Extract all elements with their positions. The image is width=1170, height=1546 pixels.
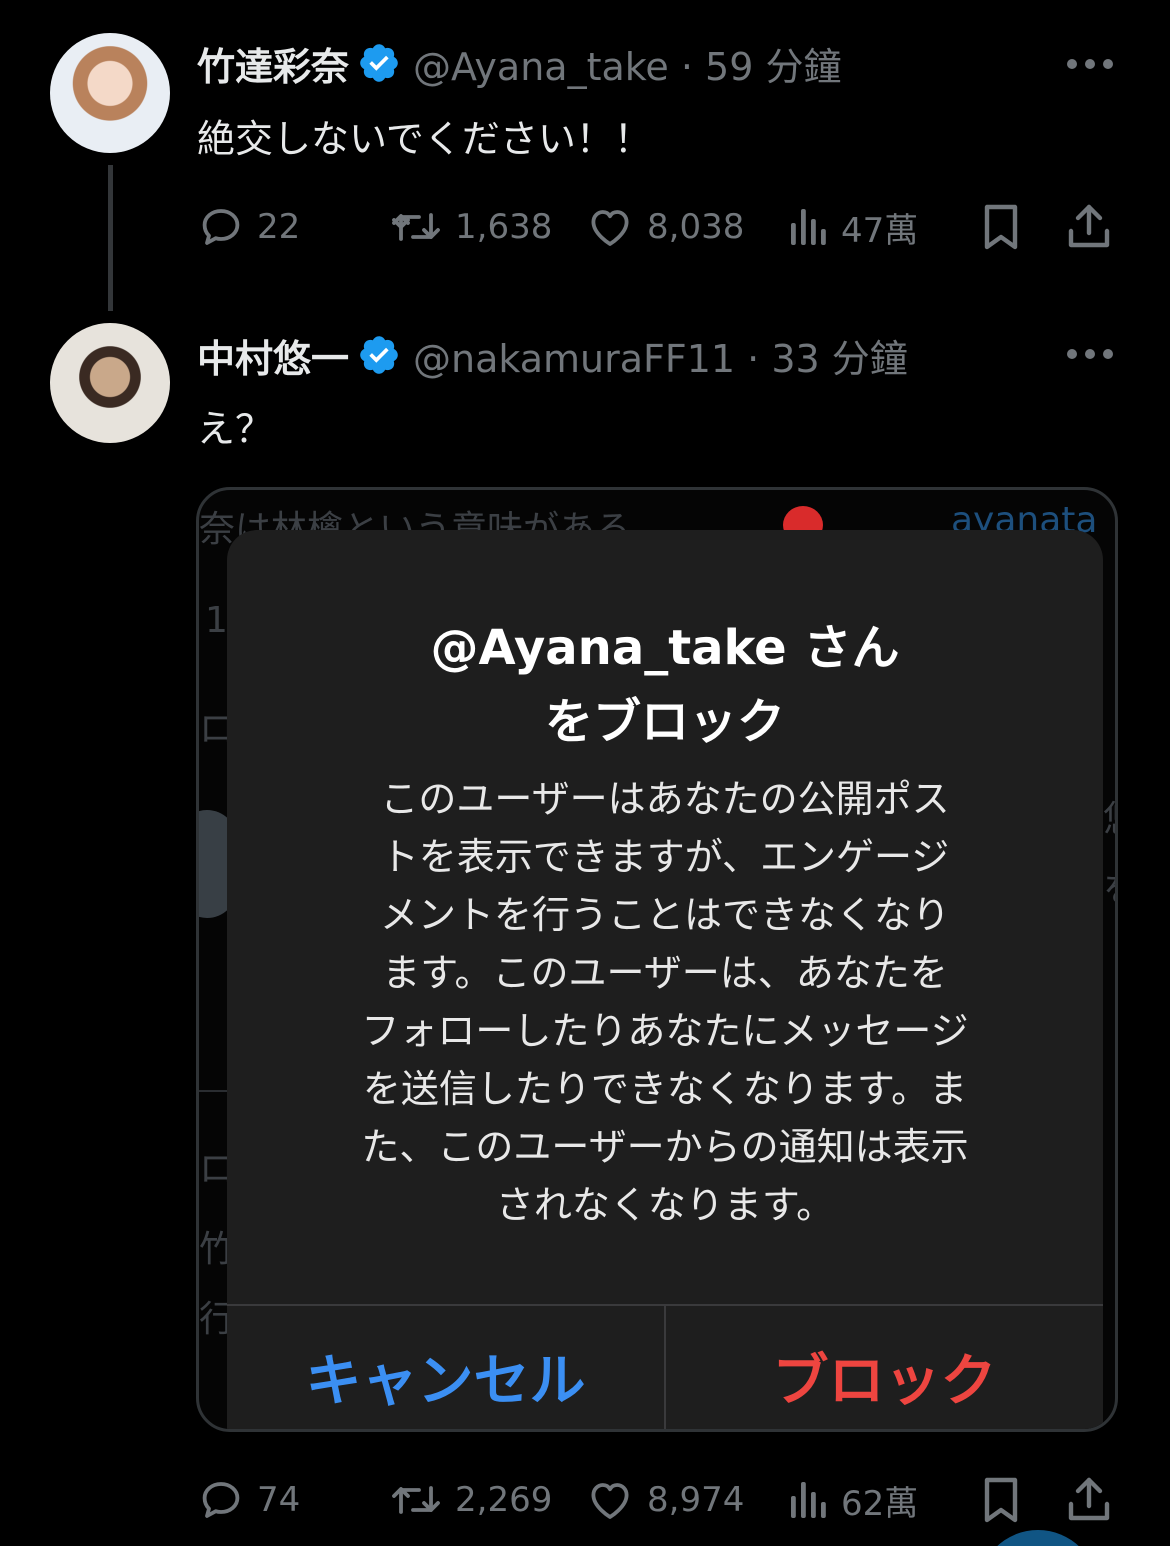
cancel-button[interactable]: キャンセル: [227, 1306, 664, 1429]
attached-image[interactable]: 奈は林檎という意味がある ayanata 1 ロ ロ 竹達 行 悠 を @Aya…: [196, 487, 1118, 1432]
repost-icon: [392, 213, 440, 241]
like-button[interactable]: 8,974: [585, 1470, 744, 1530]
bookmark-icon: [984, 204, 1018, 250]
post-text: え？: [197, 407, 274, 451]
display-name[interactable]: 中村悠一: [197, 328, 349, 383]
bookmark-icon: [984, 1477, 1018, 1523]
reply-count: 22: [257, 207, 301, 247]
more-options-icon[interactable]: [1067, 57, 1113, 71]
display-name[interactable]: 竹達彩奈: [197, 36, 349, 91]
share-icon: [1068, 204, 1110, 248]
views-icon: [791, 1482, 826, 1518]
like-count: 8,038: [647, 207, 745, 247]
thread-view: 竹達彩奈 @Ayana_take · 59 分鐘 絶交しないでください！！ 22…: [0, 0, 1170, 1546]
repost-button[interactable]: 1,638: [389, 197, 552, 257]
repost-count: 2,269: [455, 1480, 553, 1520]
reply-button[interactable]: 22: [197, 197, 300, 257]
post-text: 絶交しないでください！！: [197, 117, 652, 161]
block-button[interactable]: ブロック: [666, 1306, 1103, 1429]
share-button[interactable]: [1065, 197, 1113, 257]
reply-icon: [202, 1482, 240, 1518]
dialog-message-line: を送信したりできなくなります。ま: [362, 1067, 968, 1111]
handle-and-timestamp[interactable]: @nakamuraFF11 · 33 分鐘: [413, 328, 908, 383]
repost-icon: [392, 1486, 440, 1514]
repost-button[interactable]: 2,269: [389, 1470, 552, 1530]
dialog-message-line: されなくなります。: [495, 1183, 835, 1227]
reply-icon: [202, 209, 240, 245]
views-icon: [791, 209, 826, 245]
post-2-action-bar: 74 2,269 8,974 62萬: [197, 1470, 1117, 1530]
more-options-icon[interactable]: [1067, 347, 1113, 361]
dialog-title-line-1: @Ayana_take さん: [430, 620, 900, 676]
background-text-fragment: を: [1103, 860, 1115, 912]
post-1-action-bar: 22 1,638 8,038 47萬: [197, 197, 1117, 257]
share-button[interactable]: [1065, 1470, 1113, 1530]
dialog-message-line: メントを行うことはできなくなり: [379, 893, 950, 937]
avatar-nakamura[interactable]: [50, 323, 170, 443]
avatar-ayana-take[interactable]: [50, 33, 170, 153]
share-icon: [1068, 1477, 1110, 1521]
like-button[interactable]: 8,038: [585, 197, 744, 257]
post-2-header: 中村悠一 @nakamuraFF11 · 33 分鐘: [197, 325, 908, 385]
dialog-title-line-2: をブロック: [544, 694, 785, 750]
background-text-fragment: 悠: [1103, 790, 1115, 842]
views-count: 62萬: [841, 1483, 919, 1524]
compose-fab-button[interactable]: [978, 1530, 1098, 1546]
verified-badge-icon: [360, 336, 398, 374]
reply-button[interactable]: 74: [197, 1470, 300, 1530]
dialog-message-line: このユーザーはあなたの公開ポス: [380, 777, 950, 821]
repost-count: 1,638: [455, 207, 553, 247]
views-button[interactable]: 47萬: [787, 197, 918, 257]
dialog-message-line: た、このユーザーからの通知は表示: [361, 1125, 969, 1169]
dialog-message-line: トを表示できますが、エンゲージ: [380, 835, 950, 879]
views-count: 47萬: [841, 210, 919, 251]
thread-connector-line: [108, 165, 113, 311]
like-icon: [591, 1483, 629, 1519]
verified-badge-icon: [360, 44, 398, 82]
views-button[interactable]: 62萬: [787, 1470, 918, 1530]
handle-and-timestamp[interactable]: @Ayana_take · 59 分鐘: [413, 36, 841, 91]
bookmark-button[interactable]: [979, 1470, 1023, 1530]
dialog-message-line: フォローしたりあなたにメッセージ: [361, 1009, 969, 1053]
like-icon: [591, 210, 629, 246]
post-1-header: 竹達彩奈 @Ayana_take · 59 分鐘: [197, 33, 841, 93]
background-text-fragment: 1: [205, 600, 228, 641]
background-divider: [199, 1090, 229, 1092]
bookmark-button[interactable]: [979, 197, 1023, 257]
like-count: 8,974: [647, 1480, 745, 1520]
block-confirmation-dialog: @Ayana_take さん をブロック このユーザーはあなたの公開ポス トを表…: [227, 530, 1103, 1429]
reply-count: 74: [257, 1480, 301, 1520]
dialog-message-line: ます。このユーザーは、あなたを: [382, 951, 948, 995]
